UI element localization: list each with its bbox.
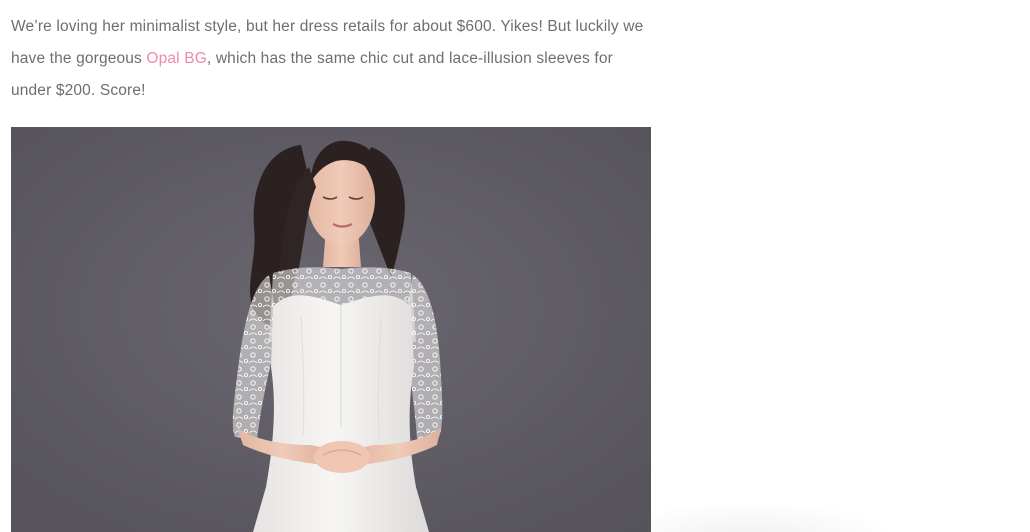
article-paragraph: We’re loving her minimalist style, but h… — [11, 11, 651, 107]
dress-photo — [11, 127, 651, 532]
dress-model-illustration — [11, 127, 651, 532]
opal-bg-link[interactable]: Opal BG — [146, 50, 207, 67]
